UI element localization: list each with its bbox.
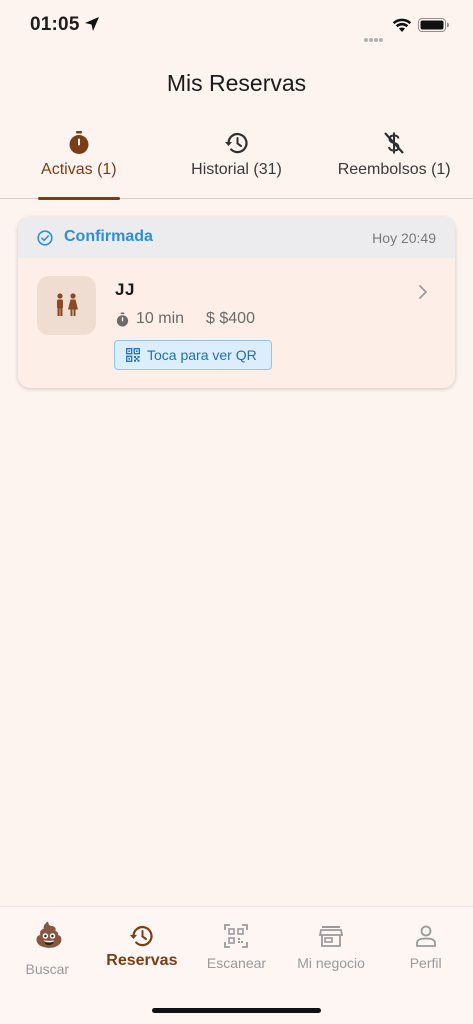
view-qr-button[interactable]: Toca para ver QR (114, 340, 272, 370)
reservation-price: $ $400 (206, 310, 255, 327)
reservation-tabs: Activas (1) Historial (31) Reembolsos (1… (0, 126, 473, 200)
history-icon (129, 926, 153, 947)
reservation-card[interactable]: Confirmada Hoy 20:49 JJ 10 min $ $400 To… (18, 217, 455, 388)
tab-activas[interactable]: Activas (1) (0, 126, 158, 200)
nav-label: Perfil (409, 955, 442, 971)
location-arrow-icon (85, 17, 99, 31)
tab-label: Activas (1) (41, 161, 117, 178)
tab-historial[interactable]: Historial (31) (158, 126, 316, 199)
check-circle-icon (37, 230, 53, 246)
timer-icon (116, 311, 129, 327)
nav-perfil[interactable]: Perfil (378, 907, 473, 987)
reservation-time: Hoy 20:49 (372, 230, 436, 246)
reservation-card-header: Confirmada Hoy 20:49 (18, 217, 455, 258)
nav-mi-negocio[interactable]: Mi negocio (284, 907, 379, 987)
status-time: 01:05 (30, 14, 80, 35)
nav-label: Mi negocio (297, 955, 365, 971)
reservation-card-body: JJ 10 min $ $400 Toca para ver QR (18, 258, 455, 388)
person-icon (415, 925, 436, 947)
active-tab-indicator (38, 197, 120, 200)
reservation-duration: 10 min (136, 310, 185, 327)
chevron-right-icon[interactable] (417, 284, 429, 300)
battery-icon (418, 18, 449, 32)
history-icon (224, 133, 248, 154)
status-badge: Confirmada (64, 228, 153, 245)
store-icon (318, 926, 344, 947)
nav-reservas[interactable]: Reservas (95, 907, 190, 987)
nav-escanear[interactable]: Escanear (189, 907, 284, 987)
nav-buscar[interactable]: 💩 Buscar (0, 907, 95, 987)
status-bar: 01:05 (0, 0, 473, 52)
money-off-icon (384, 132, 404, 154)
qr-scan-icon (224, 924, 249, 948)
stopwatch-icon (69, 131, 89, 154)
view-qr-label: Toca para ver QR (147, 347, 257, 363)
restroom-icon (57, 293, 78, 316)
venue-name: JJ (115, 280, 135, 299)
page-title: Mis Reservas (166, 70, 307, 96)
nav-label: Buscar (25, 961, 70, 977)
tab-label: Reembolsos (1) (337, 161, 451, 178)
qr-code-icon (126, 348, 140, 362)
screen: 01:05 Mis Reservas Activas (1) Historial… (0, 0, 473, 1024)
reservation-meta: 10 min $ $400 (115, 310, 255, 328)
nav-label: Reservas (106, 952, 178, 969)
tab-reembolsos[interactable]: Reembolsos (1) (315, 126, 473, 199)
wifi-icon (392, 18, 412, 32)
bottom-nav: 💩 Buscar Reservas Escanear Mi negocio Pe… (0, 906, 473, 1024)
venue-avatar (37, 276, 96, 335)
poop-emoji-icon: 💩 (34, 922, 65, 949)
tab-label: Historial (31) (191, 161, 282, 178)
signal-dots-icon (364, 29, 384, 47)
home-indicator (152, 1008, 321, 1013)
nav-label: Escanear (206, 955, 267, 971)
